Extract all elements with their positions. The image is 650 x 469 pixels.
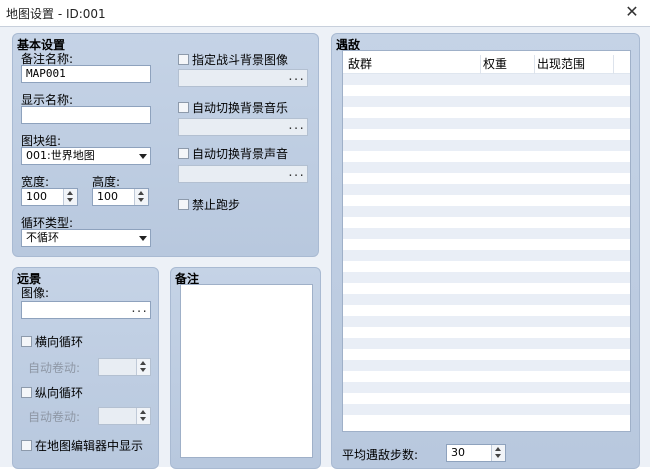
- auto-bgm-label: 自动切换背景音乐: [192, 101, 289, 115]
- table-row[interactable]: [343, 305, 630, 316]
- table-row[interactable]: [343, 195, 630, 206]
- width-stepper[interactable]: 100: [21, 188, 78, 206]
- parallax-image-picker[interactable]: ...: [21, 301, 151, 319]
- table-row[interactable]: [343, 184, 630, 195]
- encounter-steps-stepper[interactable]: 30: [446, 444, 506, 462]
- display-name-field[interactable]: [21, 106, 151, 124]
- height-value: 100: [97, 190, 118, 203]
- notes-textarea[interactable]: [180, 284, 313, 458]
- loop-type-value: 不循环: [26, 231, 59, 244]
- table-row[interactable]: [343, 85, 630, 96]
- table-row[interactable]: [343, 338, 630, 349]
- vertical-loop-label: 纵向循环: [35, 386, 84, 400]
- horizontal-loop-checkbox[interactable]: [21, 336, 32, 347]
- encounter-steps-value: 30: [451, 446, 465, 459]
- table-row[interactable]: [343, 360, 630, 371]
- table-row[interactable]: [343, 327, 630, 338]
- loop-type-select[interactable]: 不循环: [21, 229, 151, 247]
- column-header-weight[interactable]: 权重: [483, 55, 507, 72]
- table-row[interactable]: [343, 404, 630, 415]
- browse-icon: ...: [287, 166, 305, 179]
- spin-buttons-icon[interactable]: [134, 189, 148, 205]
- table-row[interactable]: [343, 217, 630, 228]
- close-icon[interactable]: ✕: [624, 3, 640, 21]
- spin-buttons-icon[interactable]: [63, 189, 77, 205]
- table-header: 敌群 权重 出现范围: [343, 51, 630, 77]
- show-in-editor-checkbox[interactable]: [21, 440, 32, 451]
- table-row[interactable]: [343, 206, 630, 217]
- horizontal-scroll-stepper: [98, 358, 151, 376]
- battleback-picker: ...: [178, 69, 308, 87]
- column-header-range[interactable]: 出现范围: [537, 55, 585, 72]
- table-row[interactable]: [343, 415, 630, 426]
- width-value: 100: [26, 190, 47, 203]
- table-row[interactable]: [343, 382, 630, 393]
- table-row[interactable]: [343, 151, 630, 162]
- browse-icon: ...: [287, 70, 305, 83]
- parallax-panel: 远景 图像: ... 横向循环 自动卷动: 纵向循环 自动卷动: 在地图编辑器中…: [12, 267, 159, 469]
- battleback-checkbox[interactable]: [178, 54, 189, 65]
- tileset-value: 001:世界地图: [26, 149, 95, 162]
- show-in-editor-label: 在地图编辑器中显示: [35, 439, 144, 453]
- table-row[interactable]: [343, 118, 630, 129]
- spin-buttons-icon: [136, 408, 150, 424]
- encounter-table[interactable]: 敌群 权重 出现范围: [342, 50, 631, 432]
- note-name-field[interactable]: MAP001: [21, 65, 151, 83]
- height-stepper[interactable]: 100: [92, 188, 149, 206]
- no-dash-checkbox[interactable]: [178, 199, 189, 210]
- horizontal-scroll-label: 自动卷动:: [28, 361, 81, 375]
- table-row[interactable]: [343, 96, 630, 107]
- table-row[interactable]: [343, 261, 630, 272]
- title-bar: 地图设置 - ID:001 ✕: [0, 0, 650, 26]
- tileset-select[interactable]: 001:世界地图: [21, 147, 151, 165]
- bgm-picker: ...: [178, 118, 308, 136]
- battleback-label: 指定战斗背景图像: [192, 53, 289, 67]
- vertical-scroll-stepper: [98, 407, 151, 425]
- no-dash-label: 禁止跑步: [192, 198, 241, 212]
- bgs-picker: ...: [178, 165, 308, 183]
- spin-buttons-icon: [136, 359, 150, 375]
- browse-icon[interactable]: ...: [130, 303, 148, 315]
- table-row[interactable]: [343, 393, 630, 404]
- table-row[interactable]: [343, 316, 630, 327]
- auto-bgm-checkbox[interactable]: [178, 102, 189, 113]
- chevron-down-icon: [139, 154, 147, 159]
- window-title: 地图设置 - ID:001: [6, 7, 106, 21]
- spin-buttons-icon[interactable]: [491, 445, 505, 461]
- table-row[interactable]: [343, 107, 630, 118]
- chevron-down-icon: [139, 236, 147, 241]
- browse-icon: ...: [287, 119, 305, 132]
- table-row[interactable]: [343, 371, 630, 382]
- table-row[interactable]: [343, 140, 630, 151]
- vertical-scroll-label: 自动卷动:: [28, 410, 81, 424]
- horizontal-loop-label: 横向循环: [35, 335, 84, 349]
- column-header-troop[interactable]: 敌群: [348, 55, 372, 72]
- table-row[interactable]: [343, 129, 630, 140]
- table-row[interactable]: [343, 162, 630, 173]
- table-row[interactable]: [343, 349, 630, 360]
- table-row[interactable]: [343, 228, 630, 239]
- table-row[interactable]: [343, 173, 630, 184]
- table-row[interactable]: [343, 239, 630, 250]
- auto-bgs-label: 自动切换背景声音: [192, 147, 289, 161]
- table-row[interactable]: [343, 283, 630, 294]
- parallax-image-label: 图像:: [21, 286, 50, 300]
- table-row[interactable]: [343, 272, 630, 283]
- table-row[interactable]: [343, 294, 630, 305]
- auto-bgs-checkbox[interactable]: [178, 148, 189, 159]
- vertical-loop-checkbox[interactable]: [21, 387, 32, 398]
- encounter-steps-label: 平均遇敌步数:: [342, 448, 419, 462]
- basic-settings-panel: 基本设置 备注名称: MAP001 显示名称: 图块组: 001:世界地图 宽度…: [12, 33, 319, 257]
- table-row[interactable]: [343, 250, 630, 261]
- table-row[interactable]: [343, 74, 630, 85]
